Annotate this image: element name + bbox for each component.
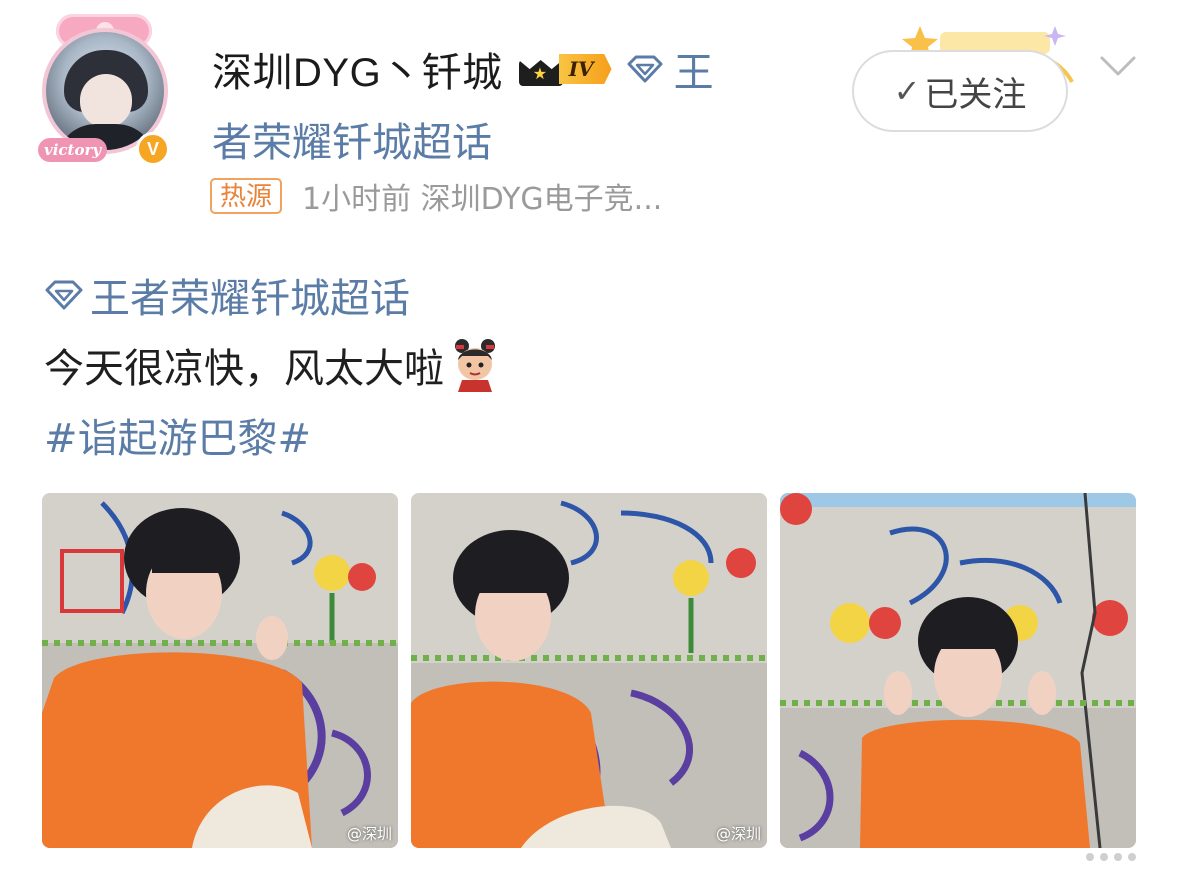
author-header: 深圳DYG丶钎城 ★ IV 王	[212, 42, 714, 96]
cartoon-girl-emoji-icon	[455, 339, 495, 392]
post-text: 今天很凉快，风太大啦	[44, 336, 500, 394]
post-photo-3-graphic	[780, 493, 1136, 848]
diamond-gem-icon	[627, 55, 663, 83]
author-avatar[interactable]: victory V	[36, 14, 176, 166]
topic-link-continued[interactable]: 者荣耀钎城超话	[212, 110, 492, 168]
chevron-down-icon[interactable]	[1098, 52, 1138, 80]
follow-button-label: 已关注	[924, 74, 1027, 115]
image-watermark: @深圳	[715, 825, 761, 843]
post-photo-2-graphic	[411, 493, 767, 848]
post-photo-1-graphic	[42, 493, 398, 848]
image-watermark: @深圳	[346, 825, 392, 843]
hot-source-badge: 热源	[210, 178, 283, 214]
topic-link[interactable]: 王	[674, 40, 714, 98]
post-meta: 热源 1小时前 深圳DYG电子竞...	[210, 174, 662, 218]
post-image-1[interactable]: @深圳	[42, 493, 398, 848]
diamond-gem-icon	[45, 280, 83, 310]
check-icon: ✓	[893, 72, 921, 110]
post-time-source: 1小时前 深圳DYG电子竞...	[302, 182, 663, 217]
post-image-3[interactable]	[780, 493, 1136, 848]
post-topic[interactable]: 王者荣耀钎城超话	[44, 266, 410, 324]
avatar-frame-label: victory	[38, 138, 108, 162]
verified-v-icon: V	[136, 132, 170, 166]
post-hashtag[interactable]: #诣起游巴黎#	[44, 406, 311, 464]
post-image-2[interactable]: @深圳	[411, 493, 767, 848]
more-images-indicator	[1086, 853, 1150, 865]
vip-level-badge[interactable]: ★ IV	[517, 52, 612, 86]
crown-icon: ★	[517, 52, 563, 86]
post-text-content: 今天很凉快，风太大啦	[44, 346, 444, 392]
follow-button[interactable]: ✓ 已关注	[852, 50, 1068, 132]
vip-level-label: IV	[558, 54, 612, 84]
post-topic-label: 王者荣耀钎城超话	[90, 276, 410, 322]
author-name[interactable]: 深圳DYG丶钎城	[212, 40, 503, 98]
